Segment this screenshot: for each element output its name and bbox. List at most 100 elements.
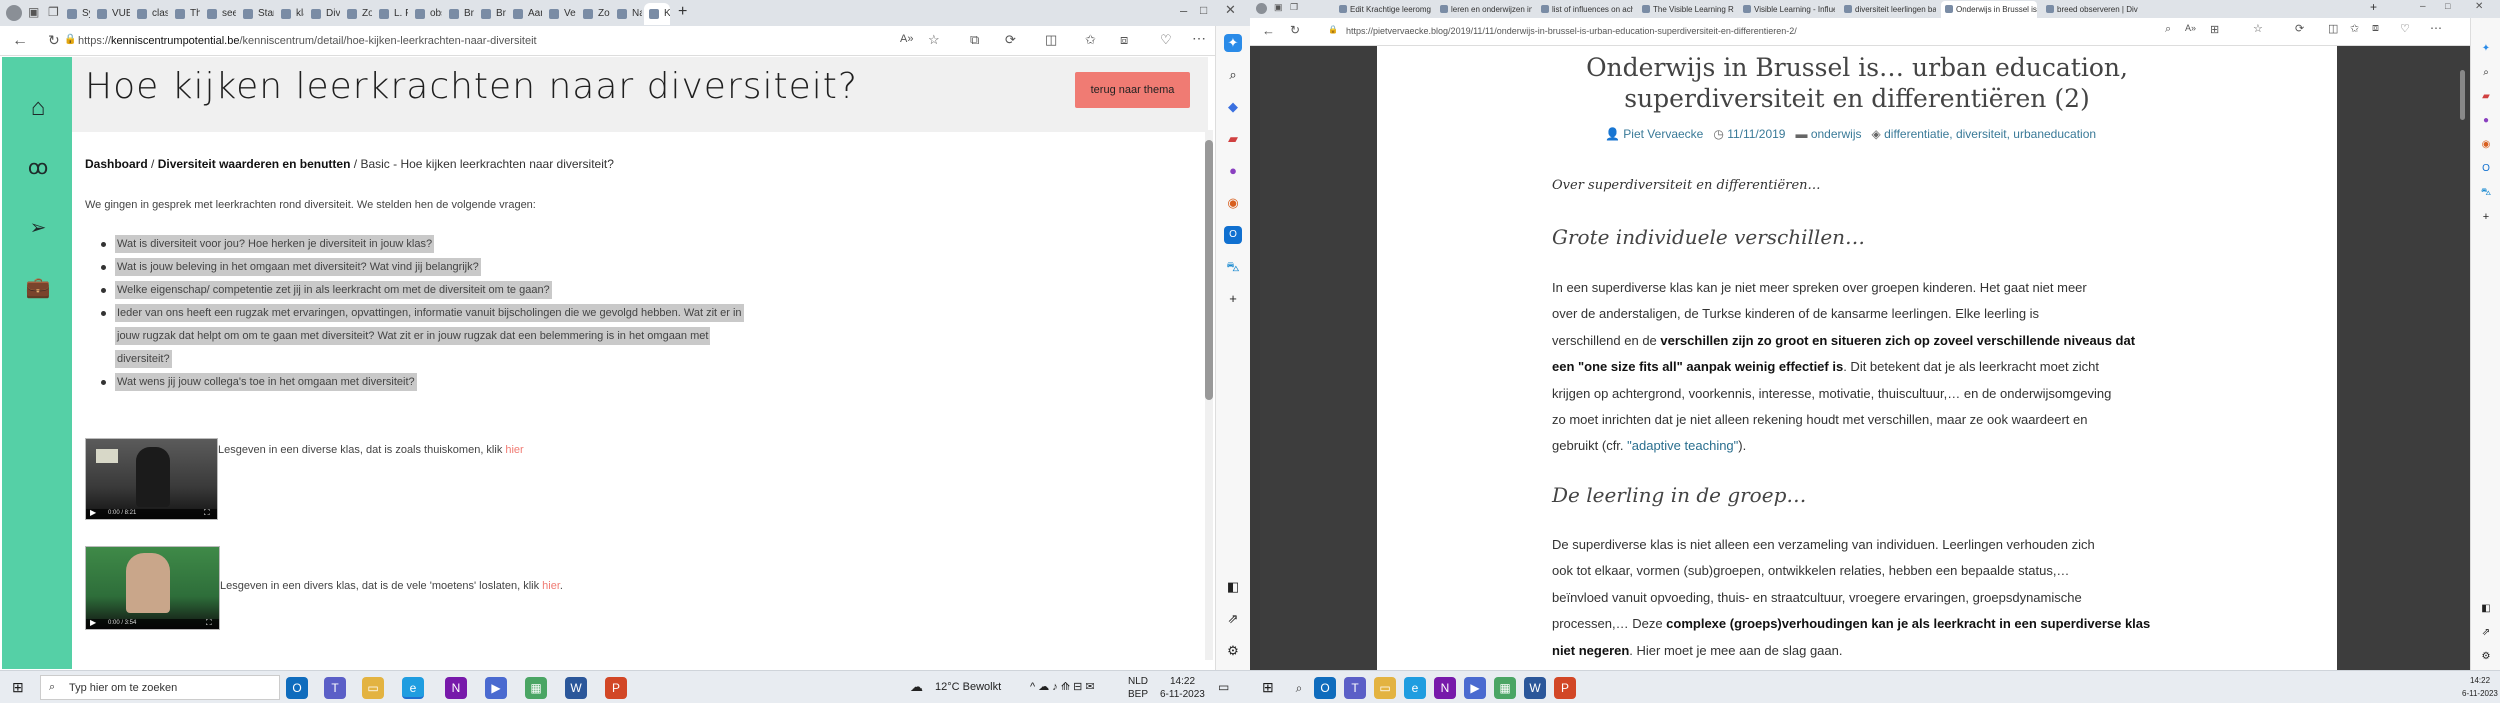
people-icon[interactable]: ● [2477,112,2495,130]
zoom-icon[interactable]: ⌕ [2165,23,2171,36]
minimize-icon[interactable]: – [1180,3,1187,18]
clock-date[interactable]: 6-11-2023 [2462,689,2498,698]
clock-time[interactable]: 14:22 [1170,676,1195,687]
browser-tab[interactable]: list of influences on achie [1537,1,1633,18]
tag-icon[interactable]: ◆ [1224,98,1242,116]
video-player-1[interactable]: ▶ 0:00 / 8:21 ⛶ [85,438,218,520]
browser-tab[interactable]: Naar [612,3,642,25]
powerpoint-app-icon[interactable]: P [1554,677,1576,699]
read-aloud-icon[interactable]: A» [2185,23,2196,33]
outlook-icon[interactable]: O [1224,226,1242,244]
word-app-icon[interactable]: W [1524,677,1546,699]
browser-tab[interactable]: Edit Krachtige leeromgev [1335,1,1431,18]
browser-tab[interactable]: obse [410,3,442,25]
notifications-icon[interactable]: ▭ [1218,680,1229,694]
browser-essentials-icon[interactable]: ♡ [1160,32,1172,48]
adaptive-teaching-link[interactable]: "adaptive teaching" [1627,438,1738,453]
media-player-icon[interactable]: ▶ [485,677,507,699]
post-category[interactable]: onderwijs [1811,127,1862,141]
language-2[interactable]: BEP [1128,689,1148,700]
extensions-icon[interactable]: ⧉ [970,32,979,48]
read-aloud-icon[interactable]: A» [900,33,913,45]
browser-tab[interactable]: The Visible Learning Rese [1638,1,1734,18]
new-tab-icon[interactable]: + [2370,0,2377,14]
tab-actions-icon[interactable]: ❐ [48,5,59,19]
browser-tab[interactable]: Visible Learning - Influe [1739,1,1835,18]
new-tab-icon[interactable]: + [678,3,687,21]
browser-tab[interactable]: Vers [544,3,576,25]
profile-icon[interactable] [1256,3,1267,14]
split-screen-icon[interactable]: ◫ [1045,32,1057,48]
more-menu-icon[interactable]: ⋯ [2430,21,2442,35]
browser-tab[interactable]: The I [170,3,200,25]
office-icon[interactable]: ◉ [2477,136,2495,154]
fullscreen-icon[interactable]: ⛶ [204,508,210,518]
external-icon[interactable]: ⇗ [2477,624,2495,642]
back-icon[interactable]: ← [12,32,28,50]
browser-tab[interactable]: seein [202,3,236,25]
edge-app-icon[interactable]: e [402,677,424,699]
video-player-2[interactable]: ▶ 0:00 / 3:54 ⛶ [85,546,220,630]
media-player-icon[interactable]: ▶ [1464,677,1486,699]
scrollbar-thumb[interactable] [1205,140,1213,400]
breadcrumb-theme[interactable]: Diversiteit waarderen en benutten [158,157,351,171]
sidebar-split-icon[interactable]: ◧ [1224,578,1242,596]
browser-tab[interactable]: Zoek [578,3,610,25]
collections-icon[interactable]: ⧈ [2372,22,2379,35]
address-field[interactable]: https://kenniscentrumpotential.be/kennis… [78,35,537,47]
briefcase-icon[interactable]: 💼 [22,272,54,304]
calendar-app-icon[interactable]: ▦ [1494,677,1516,699]
external-icon[interactable]: ⇗ [1224,610,1242,628]
browser-tab[interactable]: Bree [444,3,474,25]
file-explorer-icon[interactable]: ▭ [362,677,384,699]
video-2-link[interactable]: hier [542,580,560,592]
language-1[interactable]: NLD [1128,676,1148,687]
minimize-icon[interactable]: – [2420,1,2426,12]
workspaces-icon[interactable]: ▣ [1274,2,1283,13]
workspaces-icon[interactable]: ▣ [28,5,39,19]
tray-icons[interactable]: ^ ☁ ♪ ⟰ ⊟ ✉ [1030,680,1095,693]
browser-tab[interactable]: Symb [62,3,90,25]
add-icon[interactable]: + [2477,208,2495,226]
right-scrollbar-thumb[interactable] [2460,70,2465,120]
maximize-icon[interactable]: □ [2445,1,2450,11]
copilot-icon[interactable]: ✦ [1224,34,1242,52]
weather-text[interactable]: 12°C Bewolkt [935,681,1001,693]
clock-date[interactable]: 6-11-2023 [1160,689,1205,700]
calendar-app-icon[interactable]: ▦ [525,677,547,699]
browser-tab[interactable]: Bree [476,3,506,25]
more-menu-icon[interactable]: ⋯ [1192,30,1206,47]
refresh-icon[interactable]: ↻ [48,32,60,49]
browser-tab[interactable]: Dive [306,3,340,25]
browser-tab[interactable]: leren en onderwijzen in [1436,1,1532,18]
search-icon[interactable]: ⌕ [2477,64,2495,82]
browser-tab[interactable]: VUB [92,3,130,25]
browser-essentials-icon[interactable]: ♡ [2400,22,2410,35]
onenote-app-icon[interactable]: N [1434,677,1456,699]
collections-icon[interactable]: ⧈ [1120,32,1128,48]
windows-start-icon[interactable]: ⊞ [12,679,24,696]
play-icon[interactable]: ▶ [90,508,96,517]
browser-tab[interactable]: Zo le [342,3,372,25]
browser-tab[interactable]: class [132,3,168,25]
tab-actions-icon[interactable]: ❐ [1290,2,1298,13]
add-icon[interactable]: + [1224,290,1242,308]
people-icon[interactable]: ● [1224,162,1242,180]
sidebar-split-icon[interactable]: ◧ [2477,600,2495,618]
browser-tab[interactable]: L. Fo [374,3,408,25]
edge-app-icon[interactable]: e [1404,677,1426,699]
office-icon[interactable]: ◉ [1224,194,1242,212]
search-icon[interactable]: ⌕ [1288,677,1310,699]
settings-icon[interactable]: ⚙ [1224,642,1242,660]
glasses-icon[interactable]: ꝏ [22,152,54,184]
send-icon[interactable]: ➢ [22,212,54,244]
teams-app-icon[interactable]: T [324,677,346,699]
toolbox-icon[interactable]: ▰ [2477,88,2495,106]
file-explorer-icon[interactable]: ▭ [1374,677,1396,699]
address-field[interactable]: https://pietvervaecke.blog/2019/11/11/on… [1346,26,1797,36]
favorite-star-icon[interactable]: ☆ [928,32,940,48]
breadcrumb-dashboard[interactable]: Dashboard [85,157,148,171]
outlook-app-icon[interactable]: O [286,677,308,699]
post-author[interactable]: Piet Vervaecke [1623,127,1703,141]
sync-icon[interactable]: ⟳ [1005,32,1016,48]
